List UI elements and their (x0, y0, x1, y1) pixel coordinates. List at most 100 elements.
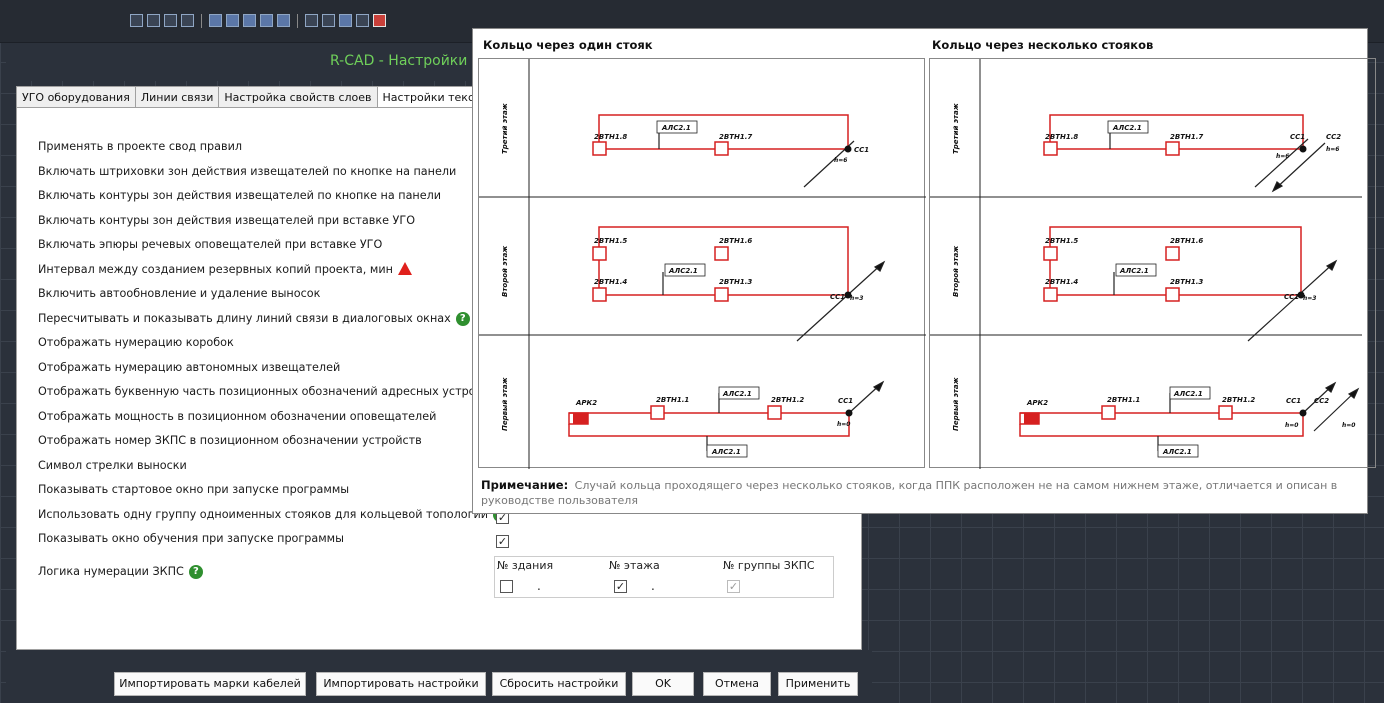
building-number-checkbox[interactable] (500, 580, 513, 593)
detector-label: 2ВТН1.1 (1107, 396, 1140, 404)
warning-icon[interactable] (397, 262, 412, 276)
detector-label: 2ВТН1.5 (1045, 237, 1078, 245)
detector-label: 2ВТН1.5 (594, 237, 627, 245)
setting-row: Показывать стартовое окно при запуске пр… (38, 478, 507, 503)
als-label: АЛС2.1 (668, 267, 698, 275)
floor-label: Первый этаж (952, 376, 960, 431)
help-icon[interactable]: ? (188, 564, 203, 579)
toolbar-tool-icon[interactable] (322, 14, 335, 27)
toolbar-tool-icon[interactable] (373, 14, 386, 27)
als-label: АЛС2.1 (1162, 448, 1192, 456)
separator-dot: . (537, 579, 541, 593)
settings-list: Применять в проекте свод правил Включать… (38, 135, 507, 584)
left-scheme-title: Кольцо через один стояк (483, 38, 653, 52)
height-label: h=6 (1276, 153, 1289, 160)
toolbar-tool-icon[interactable] (130, 14, 143, 27)
setting-row: Отображать мощность в позиционном обозна… (38, 405, 507, 430)
setting-row: Логика нумерации ЗКПС? (38, 560, 507, 585)
floor-label: Третий этаж (952, 102, 960, 154)
height-label: h=6 (1326, 146, 1339, 153)
setting-row: Интервал между созданием резервных копий… (38, 258, 507, 283)
detector-label: 2ВТН1.1 (656, 396, 689, 404)
floor-number-checkbox[interactable]: ✓ (614, 580, 627, 593)
setting-label: Отображать мощность в позиционном обозна… (38, 409, 437, 423)
building-number-label: № здания (497, 559, 554, 572)
height-label: h=0 (1285, 422, 1298, 429)
setting-label: Логика нумерации ЗКПС (38, 564, 184, 578)
als-label: АЛС2.1 (661, 124, 691, 132)
floor-label: Первый этаж (501, 376, 509, 431)
reset-settings-button[interactable]: Сбросить настройки (492, 672, 626, 696)
setting-row: Включать контуры зон действия извещателе… (38, 209, 507, 234)
popup-note: Примечание: Случай кольца проходящего че… (481, 478, 1361, 508)
scheme-multi-riser: Третий этаж Второй этаж Первый этаж 2ВТН… (929, 58, 1376, 469)
setting-row: Включать контуры зон действия извещателе… (38, 184, 507, 209)
toolbar-tool-icon[interactable] (209, 14, 222, 27)
riser-label: СС2 (1326, 133, 1341, 141)
riser-point (845, 409, 853, 417)
riser-point (1299, 145, 1307, 153)
ring-topology-help-popup: Кольцо через один стояк Кольцо через нес… (472, 28, 1376, 514)
toolbar-tool-icon[interactable] (260, 14, 273, 27)
import-settings-button[interactable]: Импортировать настройки (316, 672, 486, 696)
detector-label: 2ВТН1.7 (719, 133, 752, 141)
toolbar-tool-icon[interactable] (356, 14, 369, 27)
help-icon[interactable]: ? (455, 311, 470, 326)
toolbar-tool-icon[interactable] (243, 14, 256, 27)
toolbar-tool-icon[interactable] (339, 14, 352, 27)
floor-label: Второй этаж (501, 245, 509, 297)
height-label: h=6 (834, 157, 847, 164)
scheme-single-riser: Третий этаж Второй этаж Первый этаж 2ВТН… (478, 58, 926, 469)
training-window-checkbox[interactable]: ✓ (496, 535, 509, 548)
import-cables-button[interactable]: Импортировать марки кабелей (114, 672, 306, 696)
floor-label: Второй этаж (952, 245, 960, 297)
zkps-numbering-group: № здания № этажа № группы ЗКПС . ✓ . ✓ (494, 556, 834, 598)
setting-row: Отображать нумерацию автономных извещате… (38, 356, 507, 381)
toolbar-tool-icon[interactable] (277, 14, 290, 27)
detector-label: 2ВТН1.6 (719, 237, 752, 245)
riser-label: СС1 (1286, 397, 1301, 405)
toolbar-separator (297, 14, 298, 28)
toolbar-tool-icon[interactable] (226, 14, 239, 27)
riser-point (1299, 409, 1307, 417)
detector-label: 2ВТН1.8 (594, 133, 627, 141)
setting-label: Символ стрелки выноски (38, 458, 187, 472)
setting-row: Включить автообновление и удаление вынос… (38, 282, 507, 307)
setting-row: Отображать номер ЗКПС в позиционном обоз… (38, 429, 507, 454)
ppk-label: АРК2 (575, 399, 597, 407)
setting-row: Применять в проекте свод правил (38, 135, 507, 160)
als-label: АЛС2.1 (722, 390, 752, 398)
tab-lines[interactable]: Линии связи (136, 87, 220, 108)
toolbar-tool-icon[interactable] (147, 14, 160, 27)
riser-label: СС1 (1290, 133, 1305, 141)
note-label: Примечание: (481, 478, 569, 492)
riser-label: СС1 (854, 146, 869, 154)
toolbar-tool-icon[interactable] (305, 14, 318, 27)
detector-label: 2ВТН1.6 (1170, 237, 1203, 245)
tab-layers[interactable]: Настройка свойств слоев (219, 87, 378, 108)
setting-row: Отображать нумерацию коробок (38, 331, 507, 356)
setting-label: Пересчитывать и показывать длину линий с… (38, 311, 451, 325)
height-label: h=0 (837, 421, 850, 428)
detector-label: 2ВТН1.2 (771, 396, 804, 404)
toolbar-tool-icon[interactable] (181, 14, 194, 27)
als-label: АЛС2.1 (1119, 267, 1149, 275)
riser-point (844, 145, 852, 153)
setting-label: Отображать номер ЗКПС в позиционном обоз… (38, 434, 422, 447)
setting-label: Использовать одну группу одноименных сто… (38, 507, 488, 521)
separator-dot: . (651, 579, 655, 593)
setting-label: Включать контуры зон действия извещателе… (38, 189, 442, 202)
cancel-button[interactable]: Отмена (703, 672, 771, 696)
riser-label: СС1 (1284, 293, 1299, 301)
ok-button[interactable]: OK (632, 672, 694, 696)
apply-button[interactable]: Применить (778, 672, 858, 696)
ppk-block (573, 413, 588, 424)
detector-label: 2ВТН1.2 (1222, 396, 1255, 404)
toolbar-icons (130, 14, 386, 28)
detector-label: 2ВТН1.3 (719, 278, 752, 286)
zkps-group-label: № группы ЗКПС (723, 559, 815, 572)
right-scheme-title: Кольцо через несколько стояков (932, 38, 1154, 52)
setting-label: Показывать окно обучения при запуске про… (38, 532, 344, 545)
toolbar-tool-icon[interactable] (164, 14, 177, 27)
tab-ugo[interactable]: УГО оборудования (17, 87, 136, 108)
